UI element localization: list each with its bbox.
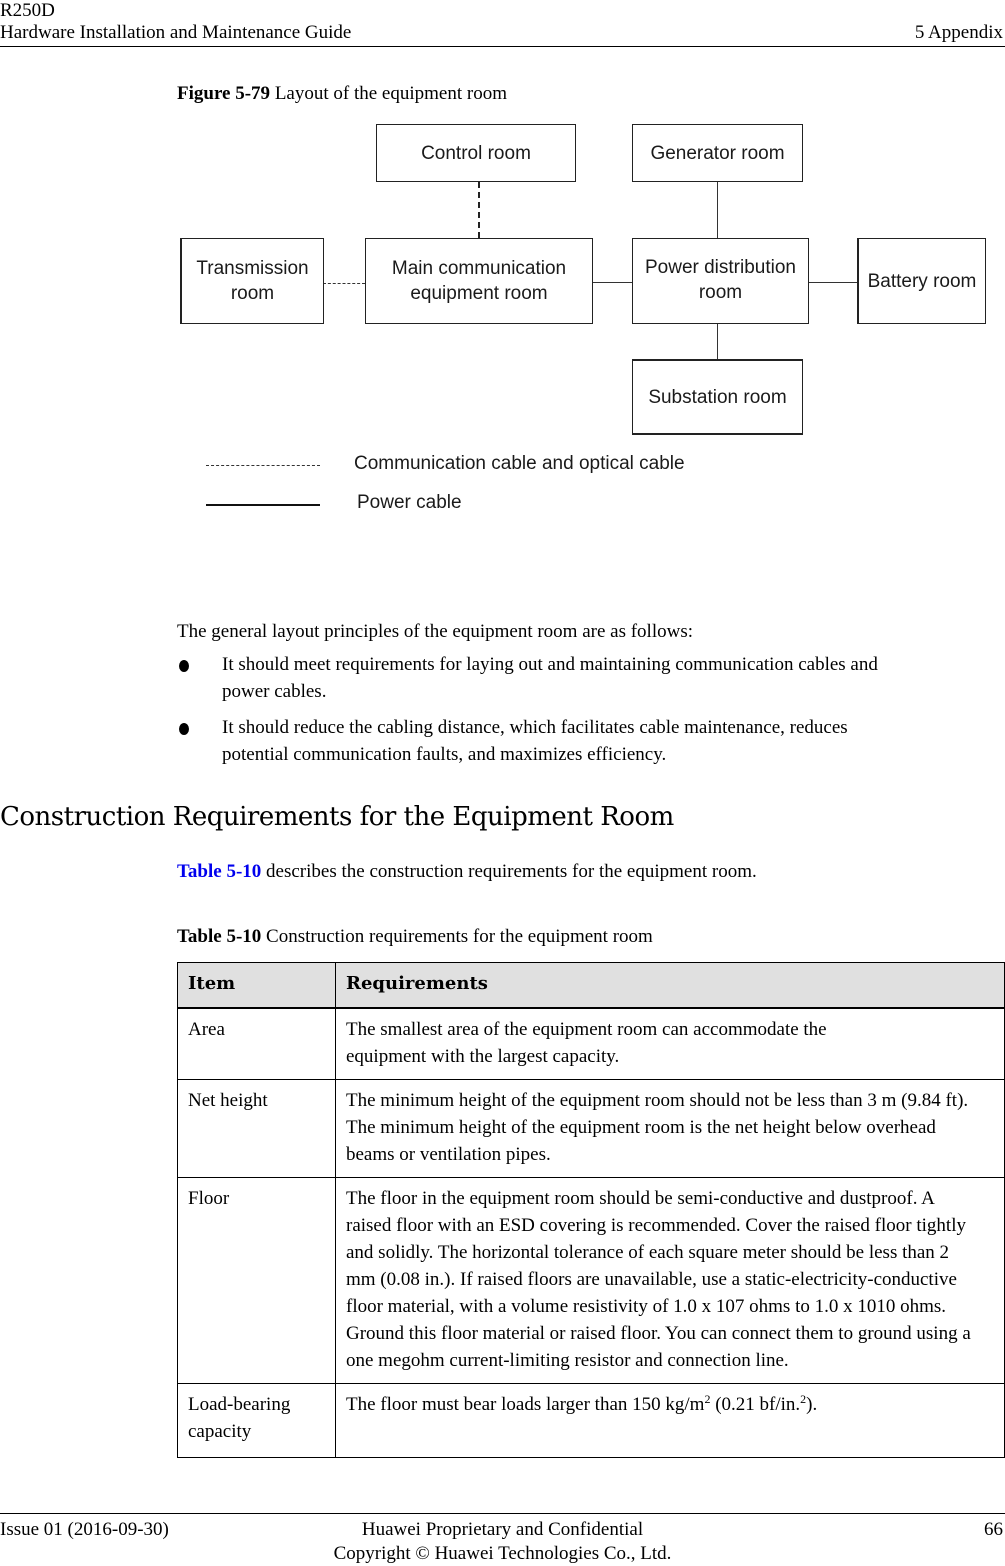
bullet-item-1-line-1: It should meet requirements for laying o… — [222, 654, 878, 675]
connector-generator-power — [717, 182, 718, 238]
bullet-item-1-line-2: power cables. — [222, 681, 327, 702]
load-text-3: ). — [806, 1394, 818, 1415]
room-battery: Battery room — [857, 238, 986, 324]
bullet-icon — [179, 660, 189, 672]
room-substation: Substation room — [632, 359, 803, 435]
bullet-item-1: It should meet requirements for laying o… — [222, 651, 878, 705]
room-power-distribution: Power distribution room — [632, 238, 809, 324]
table-cell-item: Net height — [177, 1079, 336, 1178]
header-guide-title: Hardware Installation and Maintenance Gu… — [0, 22, 352, 43]
table-cell-requirement: The minimum height of the equipment room… — [335, 1079, 1005, 1178]
requirements-table: Item Requirements Area The smallest area… — [177, 962, 1005, 1458]
column-header-item: Item — [177, 962, 336, 1009]
table-cell-item: Area — [177, 1007, 336, 1080]
section-intro-text: describes the construction requirements … — [261, 861, 757, 882]
section-intro: Table 5-10 describes the construction re… — [177, 858, 757, 885]
footer-page-number: 66 — [984, 1519, 1003, 1540]
room-main-communication-label-2: equipment room — [410, 283, 548, 304]
connector-control-main — [478, 182, 480, 238]
table-row: Floor The floor in the equipment room sh… — [177, 1177, 1005, 1384]
header-rule — [0, 46, 1005, 47]
room-main-communication-label-1: Main communication — [391, 258, 567, 279]
room-power-distribution-label-1: Power distribution — [644, 257, 797, 278]
legend-communication-label: Communication cable and optical cable — [354, 453, 685, 474]
room-battery-label: Battery room — [867, 270, 977, 292]
header-product: R250D — [0, 0, 55, 21]
room-transmission: Transmission room — [180, 238, 324, 324]
room-transmission-label-2: room — [230, 283, 275, 304]
table-row: Load-bearing capacity The floor must bea… — [177, 1383, 1005, 1458]
room-power-distribution-label-2: room — [698, 282, 743, 303]
table-cell-requirement: The floor in the equipment room should b… — [335, 1177, 1005, 1384]
room-substation-label: Substation room — [648, 386, 787, 408]
footer-rule — [0, 1513, 1005, 1514]
connector-transmission-main — [323, 283, 365, 284]
table-cell-requirement: The smallest area of the equipment room … — [335, 1007, 1005, 1080]
table-row: Area The smallest area of the equipment … — [177, 1007, 1005, 1080]
column-header-requirements: Requirements — [335, 962, 1005, 1009]
room-control: Control room — [376, 124, 576, 182]
connector-power-battery — [808, 282, 858, 283]
legend-solid-line — [206, 504, 320, 506]
bullet-item-2: It should reduce the cabling distance, w… — [222, 714, 848, 768]
table-caption: Table 5-10 Construction requirements for… — [177, 926, 653, 948]
bullet-icon — [179, 723, 189, 735]
intro-paragraph: The general layout principles of the equ… — [177, 621, 694, 642]
bullet-item-2-line-2: potential communication faults, and maxi… — [222, 744, 667, 765]
load-text-2: (0.21 bf/in. — [710, 1394, 801, 1415]
connector-main-power — [592, 282, 632, 283]
table-title: Construction requirements for the equipm… — [266, 926, 653, 947]
load-text-1: The floor must bear loads larger than 15… — [346, 1394, 705, 1415]
table-reference-link[interactable]: Table 5-10 — [177, 861, 261, 882]
connector-power-substation — [717, 323, 718, 360]
legend-power-label: Power cable — [357, 492, 462, 513]
section-heading: Construction Requirements for the Equipm… — [0, 802, 674, 832]
room-generator: Generator room — [632, 124, 803, 182]
footer-copyright: Copyright © Huawei Technologies Co., Ltd… — [333, 1543, 672, 1564]
table-cell-item: Load-bearing capacity — [177, 1383, 336, 1458]
footer-confidential: Huawei Proprietary and Confidential — [361, 1519, 644, 1540]
table-label: Table 5-10 — [177, 926, 262, 947]
room-control-label: Control room — [421, 142, 531, 164]
figure-caption: Figure 5-79 Layout of the equipment room — [177, 83, 507, 105]
room-generator-label: Generator room — [650, 142, 785, 164]
figure-label: Figure 5-79 — [177, 83, 271, 104]
table-cell-requirement: The floor must bear loads larger than 15… — [335, 1383, 1005, 1458]
bullet-item-2-line-1: It should reduce the cabling distance, w… — [222, 717, 848, 738]
room-transmission-label-1: Transmission — [196, 258, 309, 279]
table-row: Net height The minimum height of the equ… — [177, 1079, 1005, 1178]
table-header-row: Item Requirements — [177, 962, 1005, 1009]
legend-dashed-line — [206, 465, 320, 466]
table-cell-item: Floor — [177, 1177, 336, 1384]
figure-title: Layout of the equipment room — [274, 83, 507, 104]
header-chapter: 5 Appendix — [914, 22, 1003, 43]
room-main-communication: Main communication equipment room — [365, 238, 593, 324]
